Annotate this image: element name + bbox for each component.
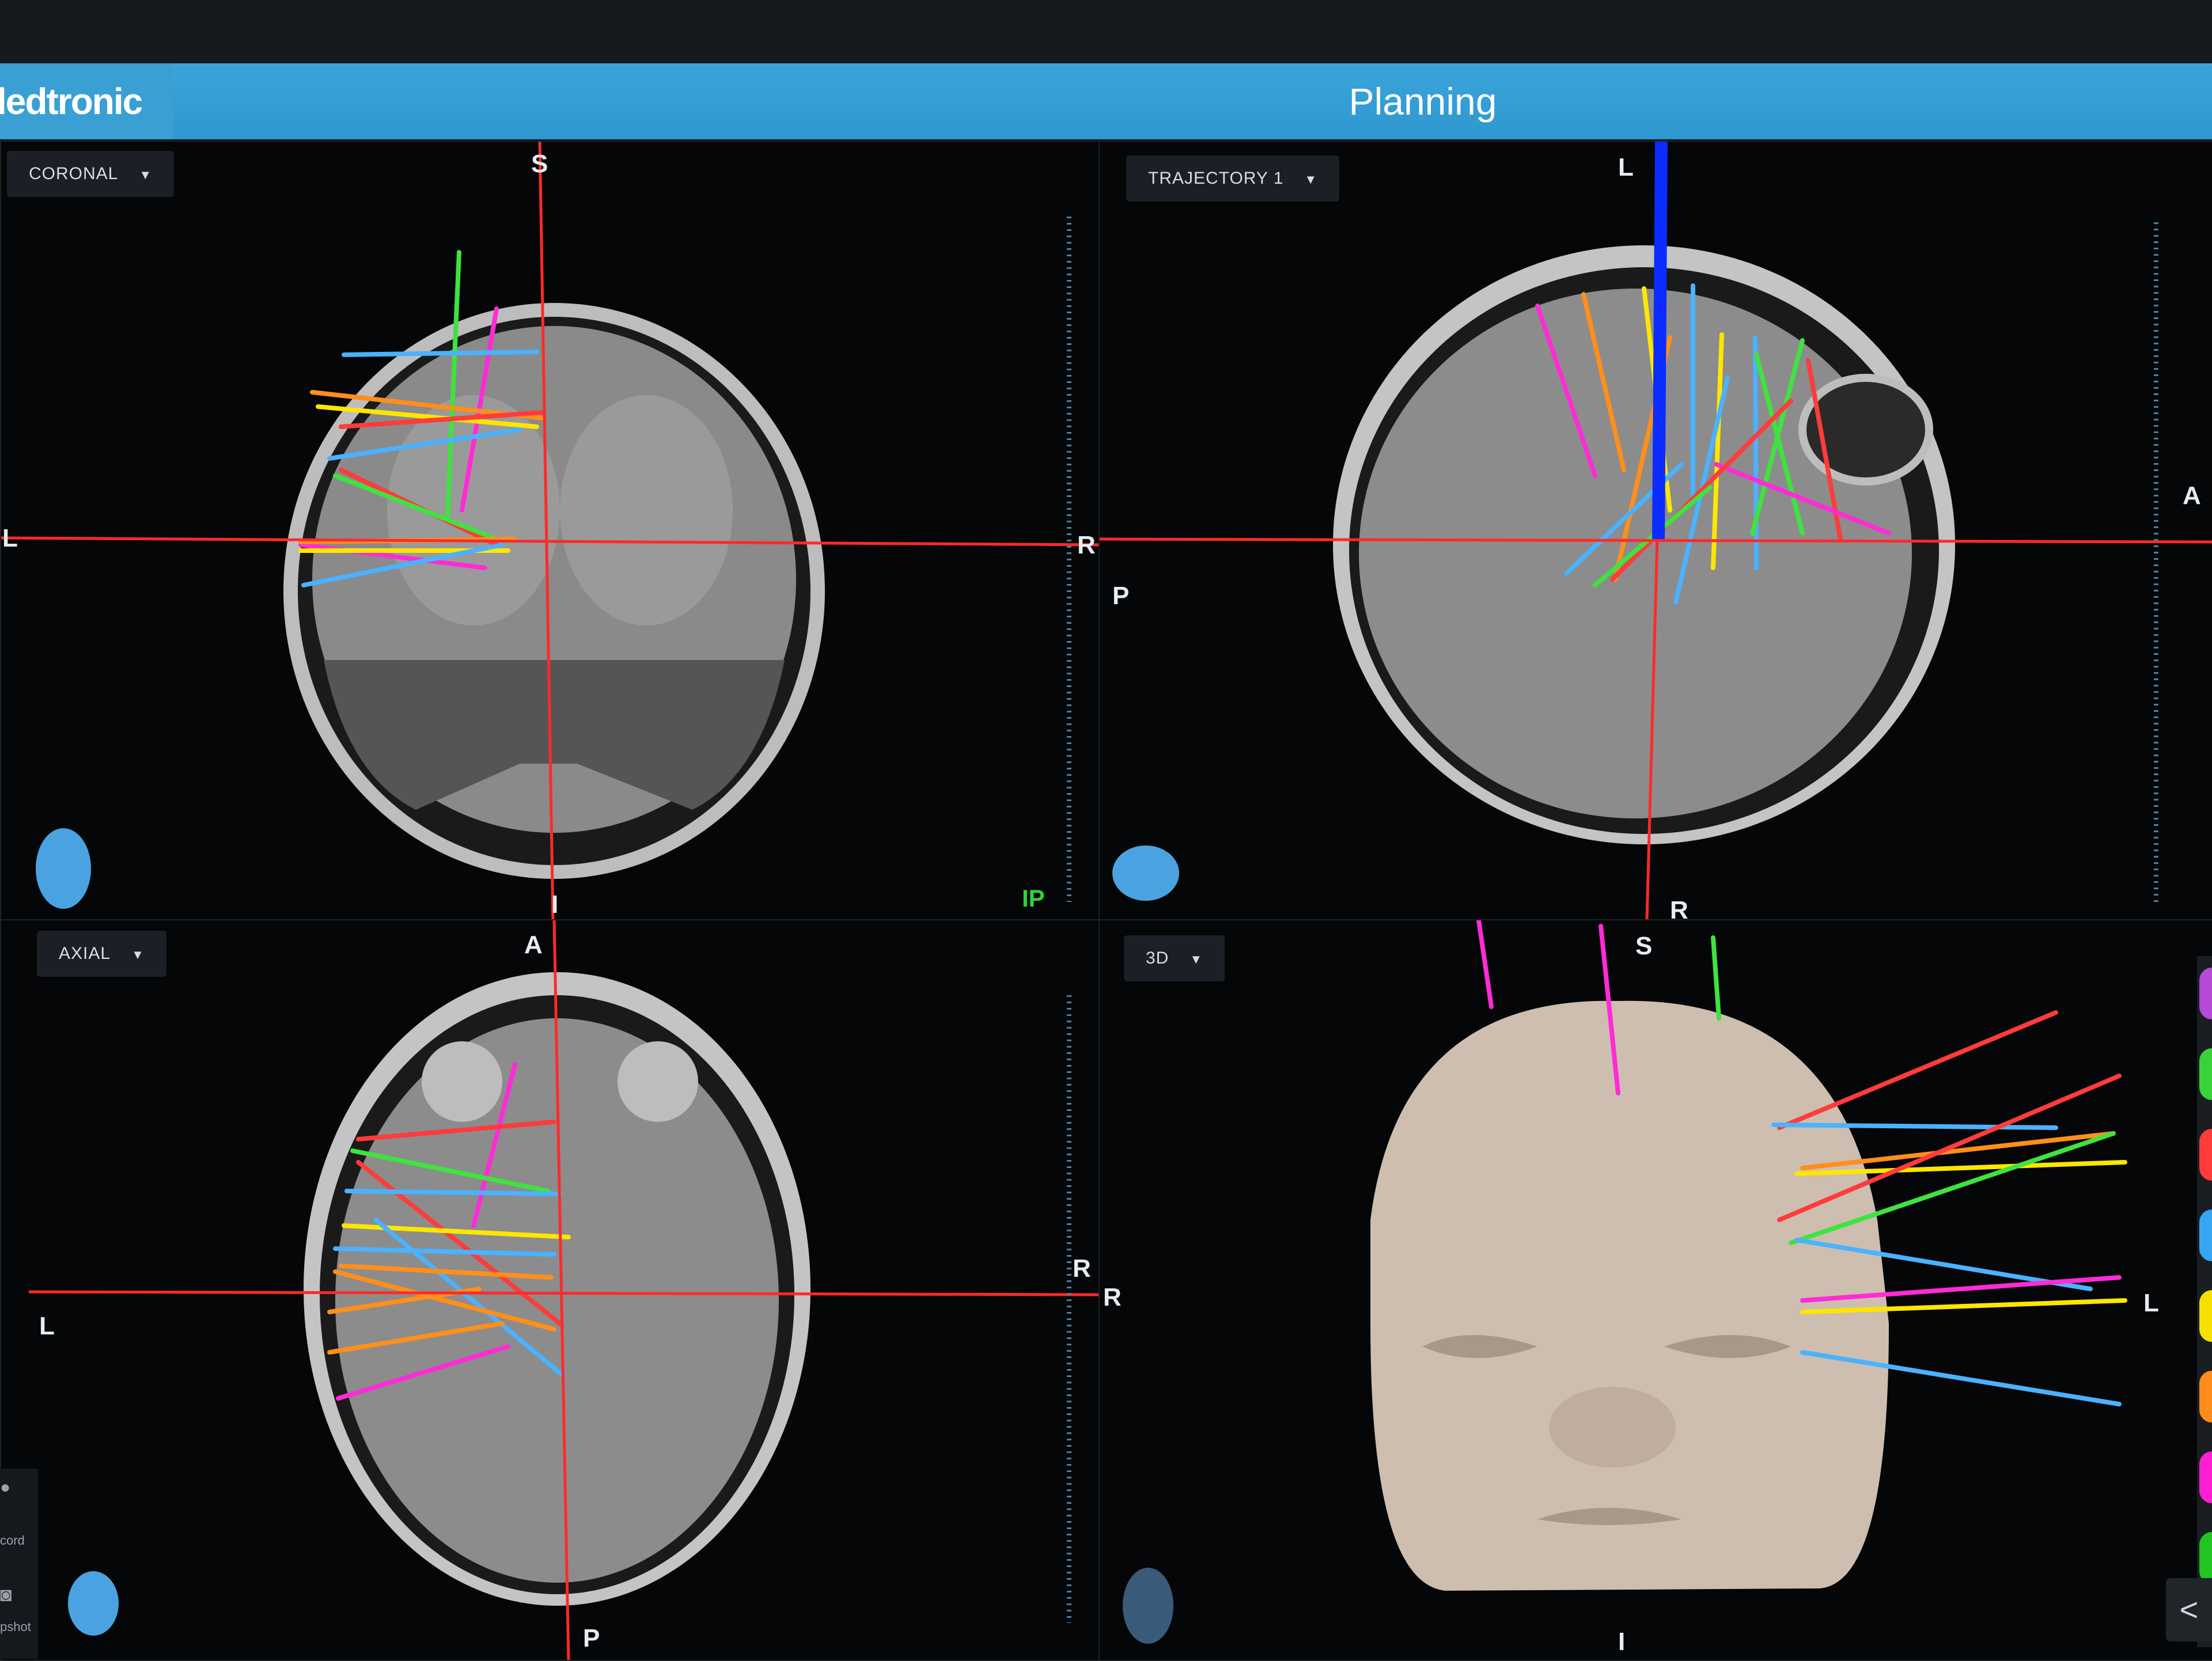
brand-logo: ledtronic (0, 63, 173, 139)
view-select-trajectory[interactable]: TRAJECTORY 1 ▼ (1126, 156, 1340, 202)
orientation-inferior: I (551, 890, 559, 919)
orientation-anterior: A (524, 931, 543, 959)
scale-ruler[interactable] (2154, 222, 2158, 902)
view-select-label: 3D (1146, 949, 1169, 968)
color-swatch[interactable] (2199, 1129, 2212, 1181)
snapshot-label[interactable]: pshot (0, 1620, 31, 1635)
orientation-right: R (1103, 1283, 1122, 1311)
view-select-coronal[interactable]: CORONAL ▼ (7, 151, 175, 197)
orientation-left: L (2, 524, 18, 552)
orientation-superior: S (1635, 932, 1653, 960)
orientation-left: L (39, 1312, 55, 1340)
axial-image (28, 920, 1099, 1660)
orientation-right: R (1073, 1254, 1091, 1283)
three-d-head-render (1123, 920, 2127, 1644)
color-swatch[interactable] (2199, 1532, 2212, 1584)
record-icon[interactable]: ● (0, 1478, 10, 1497)
view-select-label: AXIAL (59, 944, 111, 963)
coronal-image (1, 142, 1099, 919)
status-indicator: IP (1022, 885, 1045, 912)
view-select-axial[interactable]: AXIAL ▼ (37, 931, 166, 977)
orientation-posterior: P (583, 1624, 600, 1652)
collapse-panel-button[interactable]: < (2166, 1578, 2212, 1641)
orientation-inferior: I (1618, 1628, 1626, 1656)
color-swatch[interactable] (2199, 1451, 2212, 1503)
record-label[interactable]: cord (0, 1533, 25, 1548)
coronal-viewport[interactable]: CORONAL ▼ S L R I IP (0, 141, 1100, 920)
orientation-superior: S (531, 150, 548, 178)
view-select-label: TRAJECTORY 1 (1148, 169, 1284, 188)
chevron-down-icon: ▼ (1190, 952, 1203, 966)
trajectory-image (1100, 142, 2212, 919)
orientation-top: L (1618, 153, 1634, 181)
scale-ruler[interactable] (1067, 995, 1071, 1623)
orientation-left: P (1112, 582, 1130, 610)
color-swatch[interactable] (2199, 1290, 2212, 1342)
chevron-down-icon: ▼ (131, 947, 145, 962)
view-select-3d[interactable]: 3D ▼ (1124, 935, 1225, 981)
page-title: Planning (1349, 80, 1497, 123)
monitor-bezel (0, 0, 2212, 63)
left-toolbar: ● cord ◙ pshot (0, 1469, 38, 1659)
orientation-side: L (2143, 1289, 2159, 1317)
trajectory-viewport[interactable]: TRAJECTORY 1 ▼ L P A R (1099, 141, 2212, 920)
chevron-down-icon: ▼ (1304, 172, 1318, 187)
trajectory-color-palette (2197, 956, 2212, 1647)
orientation-right: A (2183, 481, 2201, 510)
color-swatch[interactable] (2199, 1048, 2212, 1100)
scale-ruler[interactable] (1067, 217, 1071, 902)
color-swatch[interactable] (2199, 1209, 2212, 1261)
color-swatch[interactable] (2199, 1371, 2212, 1423)
orientation-bottom: R (1670, 896, 1688, 920)
chevron-down-icon: ▼ (139, 168, 153, 182)
color-swatch[interactable] (2199, 968, 2212, 1019)
axial-viewport[interactable]: AXIAL ▼ A L R P (0, 919, 1100, 1661)
three-d-viewport[interactable]: 3D ▼ S R L I (1099, 919, 2212, 1661)
view-select-label: CORONAL (29, 164, 119, 183)
camera-icon[interactable]: ◙ (0, 1584, 12, 1606)
app-header: ledtronic Planning (0, 63, 2212, 139)
orientation-right: R (1077, 531, 1096, 559)
